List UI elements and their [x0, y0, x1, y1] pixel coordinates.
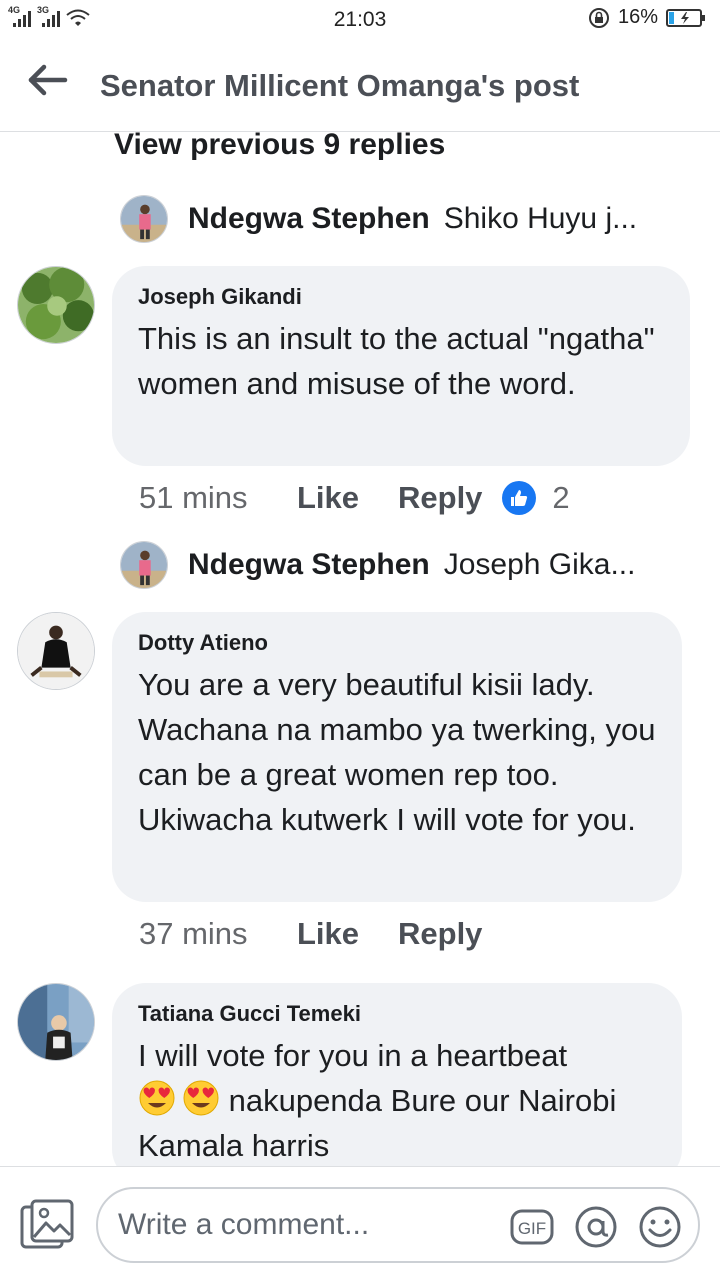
reply-author[interactable]: Ndegwa Stephen: [188, 202, 430, 236]
view-previous-replies-link[interactable]: View previous 9 replies: [114, 128, 445, 162]
reply-preview[interactable]: Ndegwa Stephen Joseph Gika...: [120, 540, 635, 590]
comment-author[interactable]: Joseph Gikandi: [138, 284, 664, 310]
reply-button[interactable]: Reply: [398, 916, 482, 952]
reply-button[interactable]: Reply: [398, 480, 482, 516]
comment-time[interactable]: 37 mins: [139, 916, 297, 952]
avatar[interactable]: [17, 983, 95, 1061]
avatar[interactable]: [17, 266, 95, 344]
rotation-lock-icon: [588, 7, 609, 28]
comment-input[interactable]: [118, 1189, 498, 1261]
gif-icon[interactable]: GIF: [510, 1205, 554, 1249]
comment-composer: GIF: [0, 1166, 720, 1280]
gif-label: GIF: [518, 1219, 546, 1238]
reply-snippet: Joseph Gika...: [443, 548, 636, 581]
reaction-number: 2: [552, 480, 570, 515]
comment-author[interactable]: Tatiana Gucci Temeki: [138, 1001, 656, 1027]
comment-text: You are a very beautiful kisii lady. Wac…: [138, 667, 656, 837]
comment-bubble: Dotty Atieno You are a very beautiful ki…: [112, 612, 682, 902]
status-right: 16%: [588, 6, 706, 29]
reaction-count[interactable]: 2: [502, 480, 570, 516]
reply-preview[interactable]: Ndegwa Stephen Shiko Huyu j...: [120, 194, 637, 244]
like-button[interactable]: Like: [297, 480, 398, 516]
battery-percent: 16%: [617, 6, 658, 28]
mention-icon[interactable]: [574, 1205, 618, 1249]
reply-author[interactable]: Ndegwa Stephen: [188, 548, 430, 582]
comment-actions: 37 mins Like Reply: [139, 916, 482, 952]
comment-time[interactable]: 51 mins: [139, 480, 297, 516]
comment-bubble: Tatiana Gucci Temeki I will vote for you…: [112, 983, 682, 1183]
photo-icon[interactable]: [20, 1199, 74, 1249]
emoji-icon[interactable]: [638, 1205, 682, 1249]
battery-icon: [666, 8, 705, 27]
page-title: Senator Millicent Omanga's post: [100, 68, 580, 103]
back-arrow-icon[interactable]: [28, 64, 68, 96]
avatar[interactable]: [17, 612, 95, 690]
like-button[interactable]: Like: [297, 916, 398, 952]
avatar[interactable]: [120, 541, 168, 589]
post-header: Senator Millicent Omanga's post: [0, 44, 720, 132]
comment-input-box[interactable]: GIF: [96, 1187, 700, 1263]
heart-eyes-emoji: [183, 1080, 219, 1116]
avatar[interactable]: [120, 195, 168, 243]
comment-text: This is an insult to the actual "ngatha"…: [138, 321, 655, 401]
comment-author[interactable]: Dotty Atieno: [138, 630, 656, 656]
status-bar: 4G 3G 21:03 16%: [0, 0, 720, 38]
heart-eyes-emoji: [139, 1080, 175, 1116]
comment-bubble: Joseph Gikandi This is an insult to the …: [112, 266, 690, 466]
like-icon: [502, 481, 537, 515]
comment-actions: 51 mins Like Reply 2: [139, 480, 570, 516]
comment-text-line: I will vote for you in a heartbeat: [138, 1038, 568, 1073]
reply-snippet: Shiko Huyu j...: [443, 202, 638, 235]
comment-text: I will vote for you in a heartbeat nakup…: [138, 1033, 656, 1168]
